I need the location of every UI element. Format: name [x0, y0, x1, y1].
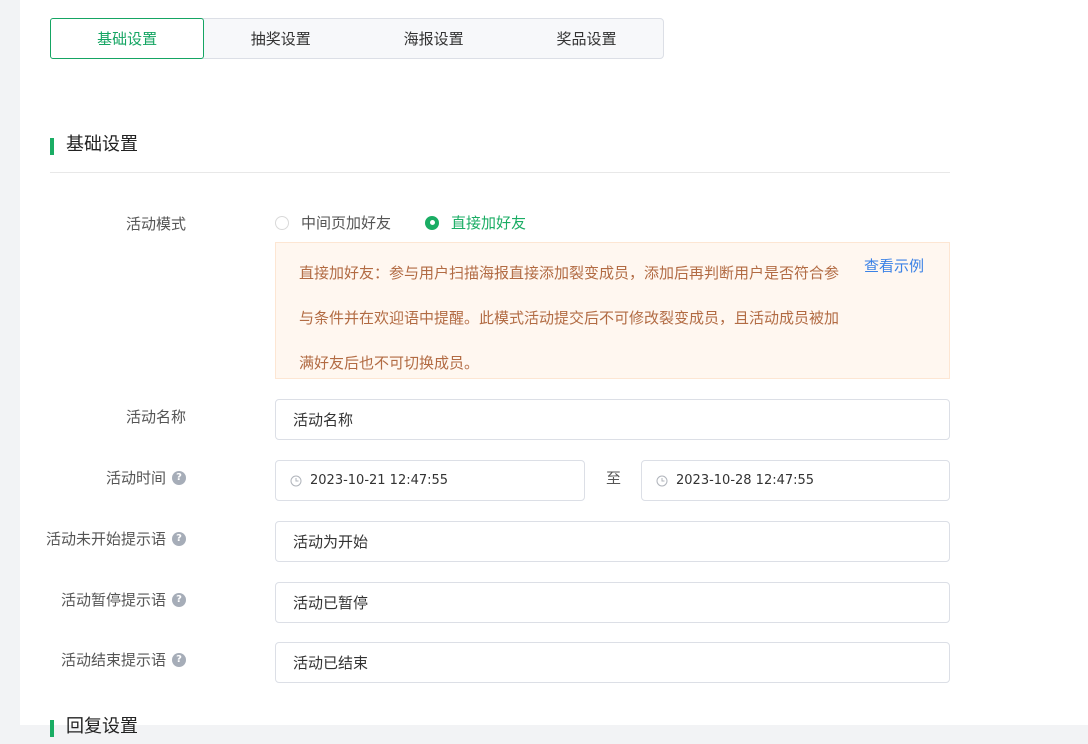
activity-name-value: 活动名称	[293, 411, 354, 429]
clock-icon	[656, 475, 668, 487]
activity-name-label: 活动名称	[126, 406, 186, 427]
mode-notice-text: 直接加好友：参与用户扫描海报直接添加裂变成员，添加后再判断用户是否符合参与条件并…	[299, 264, 840, 372]
view-example-link[interactable]: 查看示例	[864, 255, 924, 276]
help-icon[interactable]: ?	[172, 652, 186, 667]
activity-name-input[interactable]: 活动名称	[275, 399, 950, 440]
start-time-value: 2023-10-21 12:47:55	[310, 473, 449, 488]
end-time-picker[interactable]: 2023-10-28 12:47:55	[641, 460, 950, 501]
activity-mode-radio-group: 中间页加好友 直接加好友	[275, 212, 526, 233]
activity-time-label: 活动时间 ?	[106, 467, 186, 488]
paused-tip-label: 活动暂停提示语 ?	[61, 589, 186, 610]
help-icon[interactable]: ?	[172, 531, 186, 546]
section-title-reply: 回复设置	[66, 716, 138, 737]
settings-tabs: 基础设置 抽奖设置 海报设置 奖品设置	[50, 18, 664, 59]
mode-notice-box: 直接加好友：参与用户扫描海报直接添加裂变成员，添加后再判断用户是否符合参与条件并…	[275, 242, 950, 379]
paused-tip-value: 活动已暂停	[293, 594, 369, 612]
radio-unchecked-icon[interactable]	[275, 215, 289, 230]
not-started-tip-value: 活动为开始	[293, 533, 369, 551]
ended-tip-input[interactable]: 活动已结束	[275, 642, 950, 683]
tab-prize-settings[interactable]: 奖品设置	[510, 19, 663, 58]
help-icon[interactable]: ?	[172, 470, 186, 485]
tab-poster-settings[interactable]: 海报设置	[357, 19, 510, 58]
not-started-tip-label: 活动未开始提示语 ?	[46, 528, 186, 549]
tab-lottery-settings[interactable]: 抽奖设置	[204, 19, 357, 58]
help-icon[interactable]: ?	[172, 592, 186, 607]
activity-name-label-text: 活动名称	[125, 408, 186, 426]
activity-mode-label: 活动模式	[126, 213, 186, 234]
activity-time-label-text: 活动时间	[105, 469, 166, 487]
ended-tip-label-text: 活动结束提示语	[60, 651, 166, 669]
tab-basic-settings[interactable]: 基础设置	[50, 18, 205, 59]
ended-tip-value: 活动已结束	[293, 654, 369, 672]
radio-intermediate-page[interactable]: 中间页加好友	[275, 212, 391, 233]
end-time-value: 2023-10-28 12:47:55	[676, 473, 815, 488]
section-accent-bar	[50, 138, 54, 155]
radio-checked-icon[interactable]	[425, 215, 440, 230]
paused-tip-label-text: 活动暂停提示语	[60, 591, 166, 609]
section-header-reply: 回复设置	[50, 714, 950, 744]
clock-icon	[290, 475, 302, 487]
radio-direct-add-label: 直接加好友	[451, 214, 527, 232]
section-header-basic: 基础设置	[50, 132, 950, 173]
section-title: 基础设置	[66, 134, 138, 155]
start-time-picker[interactable]: 2023-10-21 12:47:55	[275, 460, 585, 501]
date-range-separator: 至	[606, 469, 622, 487]
ended-tip-label: 活动结束提示语 ?	[61, 649, 186, 670]
settings-page: 基础设置 抽奖设置 海报设置 奖品设置 基础设置 活动模式 中间页加好友 直接加…	[20, 0, 1088, 737]
section-accent-bar	[50, 720, 54, 737]
radio-intermediate-page-label: 中间页加好友	[301, 214, 392, 232]
radio-direct-add[interactable]: 直接加好友	[425, 212, 526, 233]
not-started-tip-input[interactable]: 活动为开始	[275, 521, 950, 562]
not-started-tip-label-text: 活动未开始提示语	[45, 530, 166, 548]
paused-tip-input[interactable]: 活动已暂停	[275, 582, 950, 623]
activity-mode-label-text: 活动模式	[125, 215, 186, 233]
